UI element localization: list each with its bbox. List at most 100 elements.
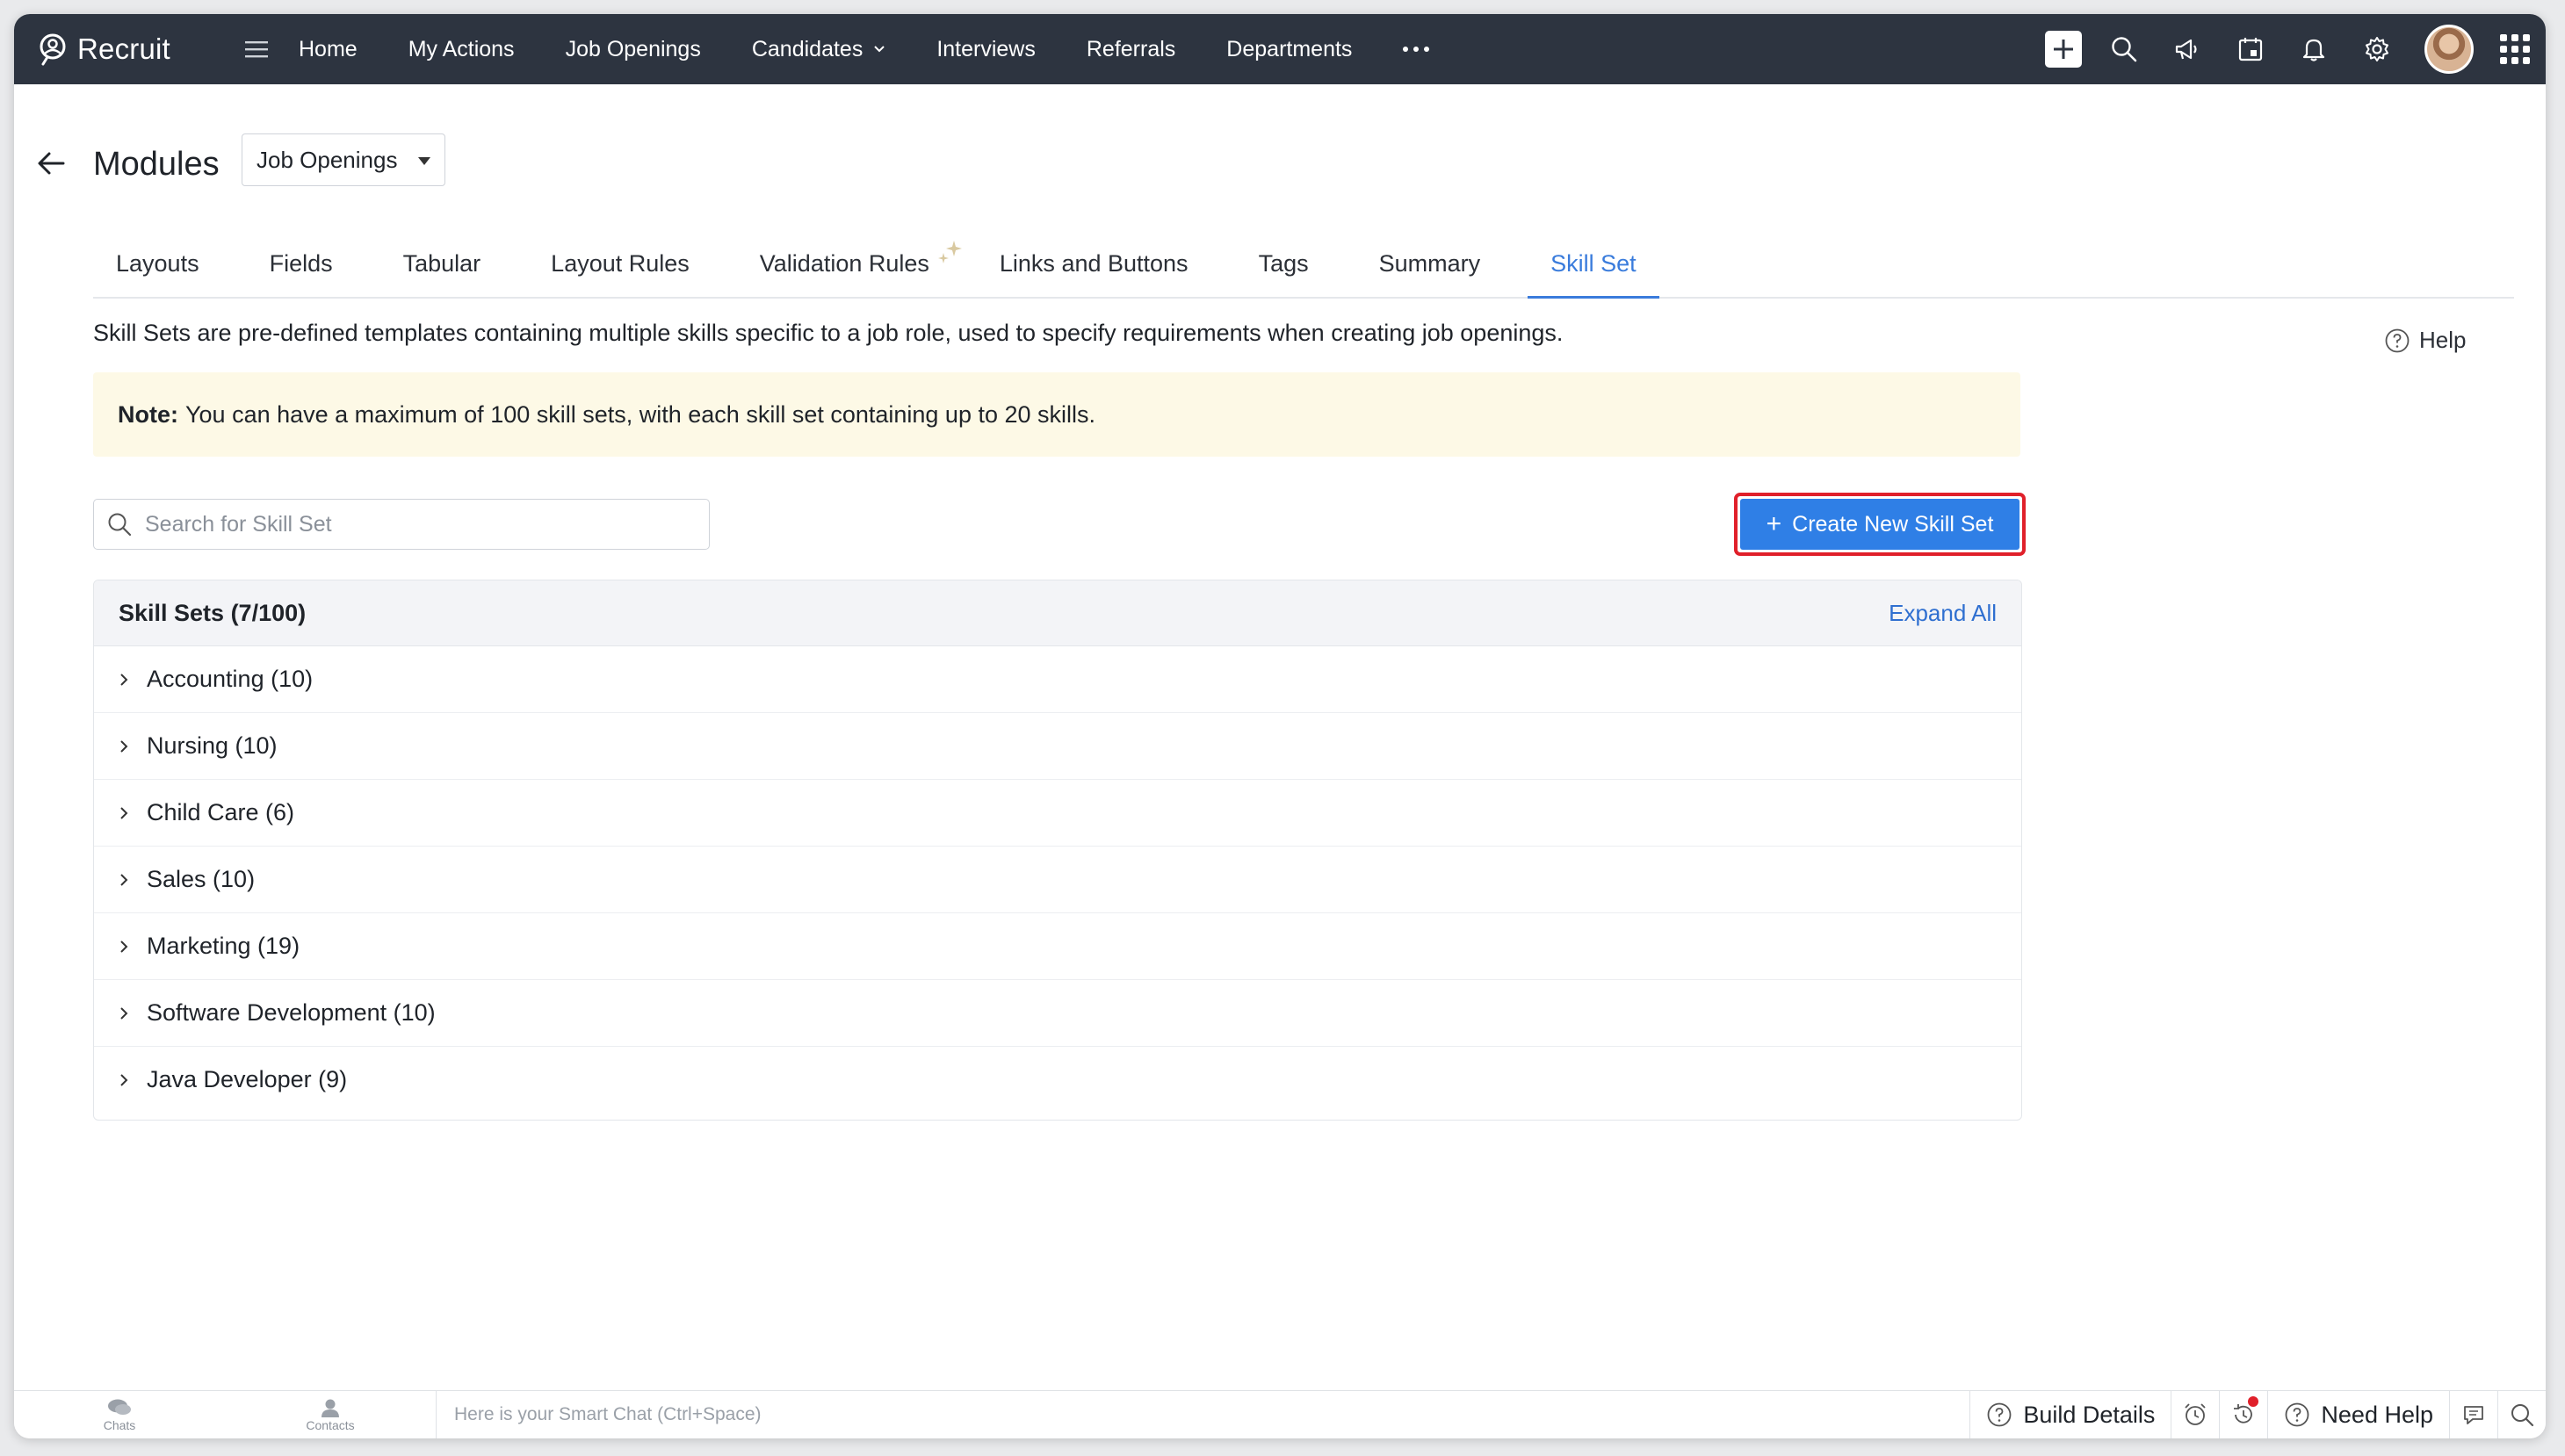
search-input[interactable] bbox=[143, 510, 674, 538]
skill-sets-header: Skill Sets (7/100) Expand All bbox=[94, 580, 2021, 646]
build-details-button[interactable]: Build Details bbox=[1969, 1391, 2171, 1438]
chevron-right-icon bbox=[120, 1006, 128, 1020]
apps-grid-icon[interactable] bbox=[2500, 34, 2530, 64]
need-help-label: Need Help bbox=[2321, 1401, 2433, 1428]
bottom-bar-actions: Build Details Need Help bbox=[1969, 1391, 2546, 1438]
tab-fields[interactable]: Fields bbox=[247, 230, 356, 297]
page-title: Modules bbox=[93, 146, 220, 183]
create-button-highlight: + Create New Skill Set bbox=[1734, 493, 2026, 556]
search-icon[interactable] bbox=[2108, 33, 2140, 65]
tab-layout-rules[interactable]: Layout Rules bbox=[528, 230, 712, 297]
tab-summary[interactable]: Summary bbox=[1356, 230, 1504, 297]
tab-links-and-buttons[interactable]: Links and Buttons bbox=[977, 230, 1211, 297]
calendar-icon[interactable] bbox=[2235, 33, 2266, 65]
gear-icon[interactable] bbox=[2361, 33, 2393, 65]
skill-sets-panel: Skill Sets (7/100) Expand All Accounting… bbox=[93, 580, 2022, 1121]
skill-set-row[interactable]: Sales (10) bbox=[94, 847, 2021, 913]
help-link[interactable]: Help bbox=[2384, 327, 2466, 354]
skill-set-label: Nursing (10) bbox=[147, 732, 278, 759]
history-icon[interactable] bbox=[2219, 1391, 2267, 1438]
note-text: You can have a maximum of 100 skill sets… bbox=[185, 400, 1096, 428]
skill-set-label: Marketing (19) bbox=[147, 933, 300, 959]
skill-set-row[interactable]: Child Care (6) bbox=[94, 780, 2021, 847]
quick-create-button[interactable] bbox=[2045, 31, 2082, 68]
page-description: Skill Sets are pre-defined templates con… bbox=[93, 320, 1564, 346]
create-button-label: Create New Skill Set bbox=[1792, 511, 1994, 537]
tab-layouts[interactable]: Layouts bbox=[93, 230, 222, 297]
notification-dot bbox=[2248, 1396, 2259, 1407]
contacts-tab[interactable]: Contacts bbox=[225, 1391, 436, 1438]
chevron-down-icon bbox=[874, 46, 885, 53]
brand-logo[interactable]: Recruit bbox=[35, 32, 230, 67]
app-window: Recruit Home My Actions Job Openings Can… bbox=[14, 14, 2546, 1438]
chevron-right-icon bbox=[120, 806, 128, 819]
chevron-right-icon bbox=[120, 940, 128, 953]
contact-icon bbox=[322, 1399, 339, 1417]
skill-set-row[interactable]: Java Developer (9) bbox=[94, 1047, 2021, 1113]
tab-skill-set[interactable]: Skill Set bbox=[1528, 230, 1659, 299]
skill-set-row[interactable]: Software Development (10) bbox=[94, 980, 2021, 1047]
app-name: Recruit bbox=[77, 32, 170, 65]
bottom-bar: Chats Contacts Here is your Smart Chat (… bbox=[14, 1390, 2546, 1438]
nav-departments[interactable]: Departments bbox=[1226, 37, 1352, 62]
recruit-logo-icon bbox=[40, 33, 66, 66]
hamburger-menu-icon[interactable] bbox=[230, 40, 283, 58]
divider bbox=[436, 1391, 437, 1438]
chats-tab[interactable]: Chats bbox=[14, 1391, 225, 1438]
tab-tags[interactable]: Tags bbox=[1236, 230, 1332, 297]
alarm-clock-icon[interactable] bbox=[2171, 1391, 2219, 1438]
chevron-right-icon bbox=[120, 873, 128, 886]
contacts-label: Contacts bbox=[306, 1417, 355, 1432]
tab-validation-rules-label: Validation Rules bbox=[759, 250, 929, 277]
tab-tabular[interactable]: Tabular bbox=[380, 230, 504, 297]
nav-job-openings[interactable]: Job Openings bbox=[566, 37, 701, 62]
skill-set-row[interactable]: Marketing (19) bbox=[94, 913, 2021, 980]
nav-interviews[interactable]: Interviews bbox=[936, 37, 1036, 62]
nav-referrals[interactable]: Referrals bbox=[1087, 37, 1175, 62]
search-icon[interactable] bbox=[2497, 1391, 2546, 1438]
plus-icon bbox=[2054, 40, 2073, 59]
skill-set-label: Child Care (6) bbox=[147, 799, 295, 825]
skill-set-row[interactable]: Accounting (10) bbox=[94, 646, 2021, 713]
module-select[interactable]: Job Openings bbox=[242, 133, 445, 186]
chevron-right-icon bbox=[120, 673, 128, 686]
skill-sets-count: Skill Sets (7/100) bbox=[119, 599, 307, 626]
tab-validation-rules[interactable]: Validation Rules bbox=[737, 230, 962, 297]
skill-set-label: Sales (10) bbox=[147, 866, 256, 892]
expand-all-link[interactable]: Expand All bbox=[1889, 600, 1997, 627]
plus-icon: + bbox=[1766, 509, 1782, 538]
chevron-right-icon bbox=[120, 739, 128, 753]
announcement-icon[interactable] bbox=[2171, 33, 2203, 65]
avatar[interactable] bbox=[2424, 25, 2474, 74]
skill-set-search[interactable] bbox=[93, 499, 710, 550]
help-icon bbox=[1987, 1402, 2012, 1427]
caret-down-icon bbox=[418, 157, 430, 165]
search-icon bbox=[108, 513, 132, 537]
skill-set-label: Accounting (10) bbox=[147, 666, 314, 692]
top-navigation-bar: Recruit Home My Actions Job Openings Can… bbox=[14, 14, 2546, 84]
bell-icon[interactable] bbox=[2298, 33, 2330, 65]
build-details-label: Build Details bbox=[2023, 1401, 2156, 1428]
chat-bubble-icon bbox=[108, 1399, 131, 1415]
chats-label: Chats bbox=[103, 1417, 136, 1432]
need-help-button[interactable]: Need Help bbox=[2267, 1391, 2449, 1438]
module-tabs: Layouts Fields Tabular Layout Rules Vali… bbox=[93, 230, 2514, 299]
smart-chat-input[interactable]: Here is your Smart Chat (Ctrl+Space) bbox=[454, 1404, 1969, 1425]
nav-actions bbox=[2045, 14, 2530, 84]
nav-my-actions[interactable]: My Actions bbox=[408, 37, 515, 62]
nav-candidates[interactable]: Candidates bbox=[752, 37, 885, 62]
chevron-right-icon bbox=[120, 1073, 128, 1086]
skill-set-label: Java Developer (9) bbox=[147, 1066, 348, 1092]
nav-home[interactable]: Home bbox=[299, 37, 358, 62]
help-icon bbox=[2385, 328, 2410, 352]
create-new-skill-set-button[interactable]: + Create New Skill Set bbox=[1740, 499, 2019, 550]
module-select-value: Job Openings bbox=[256, 146, 398, 173]
back-arrow-icon[interactable] bbox=[33, 144, 72, 183]
feedback-icon[interactable] bbox=[2449, 1391, 2497, 1438]
main-nav: Home My Actions Job Openings Candidates … bbox=[299, 14, 1430, 84]
note-banner: Note: You can have a maximum of 100 skil… bbox=[93, 372, 2020, 457]
help-icon bbox=[2286, 1402, 2309, 1427]
skill-set-row[interactable]: Nursing (10) bbox=[94, 713, 2021, 780]
help-label: Help bbox=[2419, 327, 2467, 353]
more-icon[interactable] bbox=[1403, 47, 1430, 52]
